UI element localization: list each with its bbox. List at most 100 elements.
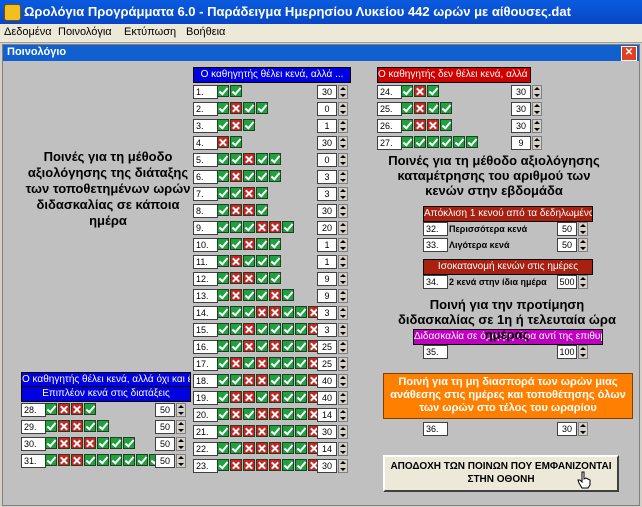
row-33-value[interactable]: 50 bbox=[557, 238, 577, 252]
check-icon bbox=[453, 136, 465, 148]
middle-row-value[interactable]: 20 bbox=[317, 221, 337, 235]
row-32-spinner[interactable] bbox=[578, 222, 588, 236]
middle-row-spinner[interactable] bbox=[338, 255, 348, 269]
check-icon bbox=[256, 238, 268, 250]
middle-row-spinner[interactable] bbox=[338, 153, 348, 167]
middle-row-value[interactable]: 3 bbox=[317, 323, 337, 337]
menu-help[interactable]: Βοήθεια bbox=[186, 26, 225, 38]
check-icon bbox=[230, 221, 242, 233]
middle-row-spinner[interactable] bbox=[338, 170, 348, 184]
middle-row-value[interactable]: 3 bbox=[317, 306, 337, 320]
right-row-spinner[interactable] bbox=[532, 102, 542, 116]
cross-icon bbox=[217, 136, 229, 148]
child-title-bar: Ποινολόγιο ✕ bbox=[3, 45, 639, 61]
right-row-spinner[interactable] bbox=[532, 85, 542, 99]
middle-row-spinner[interactable] bbox=[338, 357, 348, 371]
check-icon bbox=[230, 153, 242, 165]
middle-row-spinner[interactable] bbox=[338, 340, 348, 354]
middle-row-spinner[interactable] bbox=[338, 119, 348, 133]
left-row-value[interactable]: 50 bbox=[155, 454, 175, 468]
middle-row-spinner[interactable] bbox=[338, 221, 348, 235]
middle-row-spinner[interactable] bbox=[338, 323, 348, 337]
first-last-hour-description: Ποινή για την προτίμηση διδασκαλίας σε 1… bbox=[398, 297, 616, 342]
middle-row-spinner[interactable] bbox=[338, 272, 348, 286]
row-34-value[interactable]: 500 bbox=[557, 275, 577, 289]
left-row-number: 30. bbox=[21, 437, 46, 451]
middle-row-spinner[interactable] bbox=[338, 442, 348, 456]
cross-icon bbox=[256, 306, 268, 318]
middle-row-value[interactable]: 30 bbox=[317, 136, 337, 150]
right-row-value[interactable]: 30 bbox=[511, 119, 531, 133]
middle-row-spinner[interactable] bbox=[338, 425, 348, 439]
cross-icon bbox=[256, 425, 268, 437]
middle-row-spinner[interactable] bbox=[338, 408, 348, 422]
left-row-spinner[interactable] bbox=[176, 437, 186, 451]
middle-row-spinner[interactable] bbox=[338, 374, 348, 388]
middle-row-value[interactable]: 30 bbox=[317, 204, 337, 218]
row-36-value[interactable]: 30 bbox=[557, 422, 577, 436]
middle-row-spinner[interactable] bbox=[338, 238, 348, 252]
left-row-spinner[interactable] bbox=[176, 403, 186, 417]
middle-row-value[interactable]: 14 bbox=[317, 408, 337, 422]
menu-data[interactable]: Δεδομένα bbox=[4, 26, 52, 38]
check-icon bbox=[295, 323, 307, 335]
close-button[interactable]: ✕ bbox=[621, 46, 637, 61]
row-36-spinner[interactable] bbox=[578, 422, 588, 436]
middle-row-spinner[interactable] bbox=[338, 102, 348, 116]
left-row-value[interactable]: 50 bbox=[155, 437, 175, 451]
right-row-number: 26. bbox=[377, 119, 402, 133]
row-34-spinner[interactable] bbox=[578, 275, 588, 289]
middle-row-value[interactable]: 3 bbox=[317, 170, 337, 184]
menu-penalties[interactable]: Ποινολόγια bbox=[58, 26, 112, 38]
row-35-spinner[interactable] bbox=[578, 345, 588, 359]
middle-row-number: 6. bbox=[193, 170, 218, 184]
check-icon bbox=[230, 340, 242, 352]
middle-row-value[interactable]: 30 bbox=[317, 425, 337, 439]
middle-row-value[interactable]: 30 bbox=[317, 459, 337, 473]
check-icon bbox=[256, 102, 268, 114]
middle-row-value[interactable]: 30 bbox=[317, 85, 337, 99]
middle-row-spinner[interactable] bbox=[338, 391, 348, 405]
right-row-value[interactable]: 30 bbox=[511, 85, 531, 99]
check-icon bbox=[269, 374, 281, 386]
middle-row-spinner[interactable] bbox=[338, 136, 348, 150]
row-33-spinner[interactable] bbox=[578, 238, 588, 252]
middle-row-value[interactable]: 9 bbox=[317, 289, 337, 303]
left-row-value[interactable]: 50 bbox=[155, 403, 175, 417]
middle-row-value[interactable]: 25 bbox=[317, 357, 337, 371]
middle-row-spinner[interactable] bbox=[338, 289, 348, 303]
middle-row-value[interactable]: 40 bbox=[317, 391, 337, 405]
row-32-value[interactable]: 50 bbox=[557, 222, 577, 236]
middle-row-spinner[interactable] bbox=[338, 204, 348, 218]
middle-row-spinner[interactable] bbox=[338, 187, 348, 201]
right-row-value[interactable]: 9 bbox=[511, 136, 531, 150]
check-icon bbox=[243, 357, 255, 369]
middle-row-value[interactable]: 1 bbox=[317, 255, 337, 269]
menu-print[interactable]: Εκτύπωση bbox=[124, 26, 176, 38]
cross-icon bbox=[256, 221, 268, 233]
middle-row-spinner[interactable] bbox=[338, 85, 348, 99]
right-row-spinner[interactable] bbox=[532, 119, 542, 133]
middle-row-value[interactable]: 0 bbox=[317, 153, 337, 167]
middle-row-value[interactable]: 0 bbox=[317, 102, 337, 116]
middle-row-value[interactable]: 9 bbox=[317, 272, 337, 286]
left-row-value[interactable]: 50 bbox=[155, 420, 175, 434]
left-row-spinner[interactable] bbox=[176, 454, 186, 468]
middle-row-spinner[interactable] bbox=[338, 459, 348, 473]
check-icon bbox=[84, 403, 96, 415]
middle-row-spinner[interactable] bbox=[338, 306, 348, 320]
middle-row-value[interactable]: 1 bbox=[317, 119, 337, 133]
middle-row-value[interactable]: 3 bbox=[317, 187, 337, 201]
check-icon bbox=[295, 442, 307, 454]
left-row-spinner[interactable] bbox=[176, 420, 186, 434]
middle-row-number: 5. bbox=[193, 153, 218, 167]
middle-row-value[interactable]: 1 bbox=[317, 238, 337, 252]
right-row-value[interactable]: 30 bbox=[511, 102, 531, 116]
right-row-spinner[interactable] bbox=[532, 136, 542, 150]
cross-icon bbox=[256, 408, 268, 420]
cross-icon bbox=[243, 153, 255, 165]
middle-row-value[interactable]: 14 bbox=[317, 442, 337, 456]
middle-row-value[interactable]: 25 bbox=[317, 340, 337, 354]
middle-row-value[interactable]: 40 bbox=[317, 374, 337, 388]
row-35-value[interactable]: 100 bbox=[557, 345, 577, 359]
